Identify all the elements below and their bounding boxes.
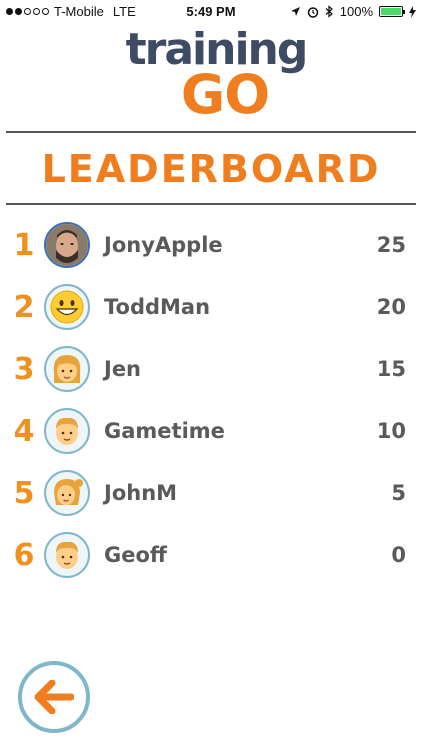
- status-bar: T-Mobile LTE 5:49 PM 100%: [0, 0, 422, 26]
- leaderboard-row[interactable]: 4 Gametime 10: [0, 400, 422, 462]
- leaderboard-row[interactable]: 6 Geoff 0: [0, 524, 422, 586]
- player-score: 5: [391, 481, 406, 505]
- player-name: ToddMan: [104, 295, 211, 319]
- page-title: LEADERBOARD: [41, 147, 381, 191]
- player-name: JohnM: [104, 481, 178, 505]
- player-score: 15: [376, 357, 406, 381]
- rank-number: 2: [13, 289, 35, 325]
- rank-number: 3: [13, 351, 35, 387]
- player-score: 20: [376, 295, 406, 319]
- back-button[interactable]: [18, 661, 90, 733]
- divider-top: [6, 131, 416, 133]
- app-logo: training GO: [0, 28, 422, 126]
- divider-bottom: [6, 203, 416, 205]
- leaderboard-row[interactable]: 3 Jen 15: [0, 338, 422, 400]
- logo-go: GO: [180, 63, 270, 126]
- rank-number: 6: [13, 537, 35, 573]
- player-name: Geoff: [104, 543, 167, 567]
- girl-icon: [44, 470, 90, 516]
- charging-bolt-icon: [409, 5, 416, 18]
- bluetooth-icon: [325, 5, 333, 18]
- leaderboard-list: 1 JonyApple 25 2 ToddMan 20 3 Jen 15 4 G…: [0, 214, 422, 586]
- photo-avatar: [44, 222, 90, 268]
- man-icon: [44, 532, 90, 578]
- grinning-face-icon: [44, 284, 90, 330]
- back-arrow-icon: [34, 680, 74, 714]
- battery-percent: 100%: [339, 4, 373, 19]
- player-score: 0: [391, 543, 406, 567]
- player-score: 10: [376, 419, 406, 443]
- location-arrow-icon: [290, 7, 300, 16]
- man-icon: [44, 408, 90, 454]
- leaderboard-screen: T-Mobile LTE 5:49 PM 100% training GO LE…: [0, 0, 422, 750]
- alarm-clock-icon: [307, 6, 318, 18]
- player-name: Jen: [104, 357, 142, 381]
- rank-number: 1: [13, 227, 35, 263]
- player-score: 25: [376, 233, 406, 257]
- player-name: Gametime: [104, 419, 225, 443]
- woman-icon: [44, 346, 90, 392]
- leaderboard-row[interactable]: 5 JohnM 5: [0, 462, 422, 524]
- rank-number: 4: [13, 413, 35, 449]
- player-name: JonyApple: [104, 233, 223, 257]
- rank-number: 5: [13, 475, 35, 511]
- leaderboard-row[interactable]: 1 JonyApple 25: [0, 214, 422, 276]
- status-right: 100%: [290, 4, 416, 19]
- battery-icon: [379, 6, 405, 17]
- leaderboard-row[interactable]: 2 ToddMan 20: [0, 276, 422, 338]
